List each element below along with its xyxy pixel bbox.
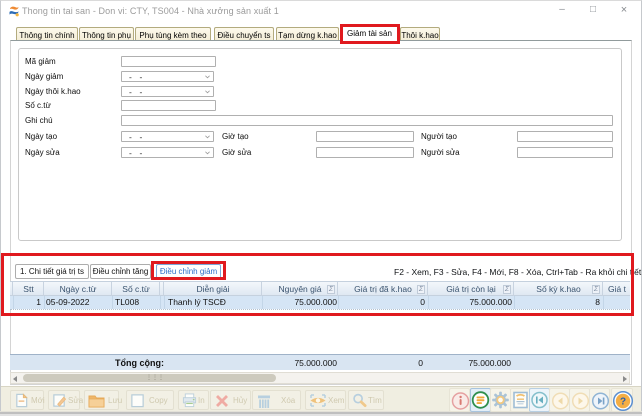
svg-text:?: ? [620, 397, 626, 408]
